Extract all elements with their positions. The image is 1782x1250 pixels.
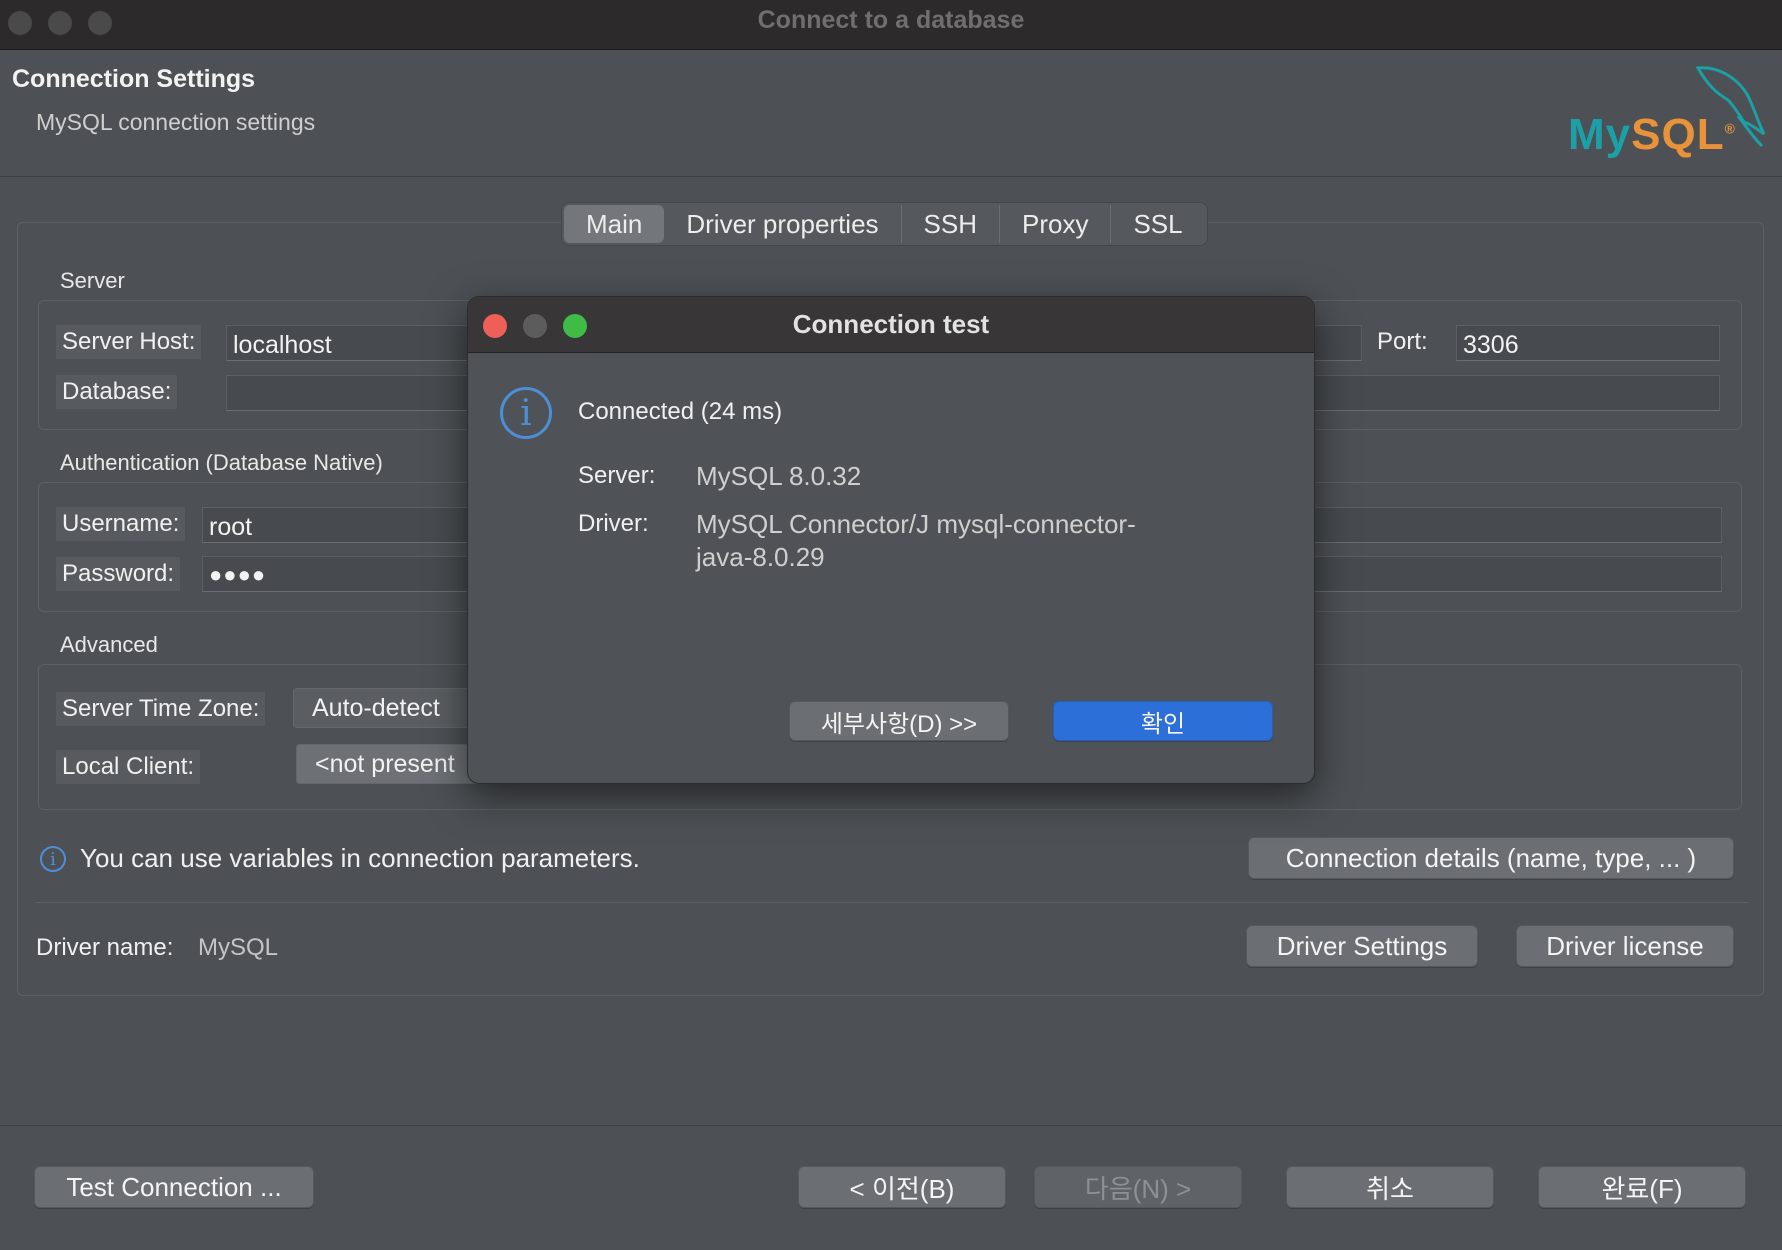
info-icon: i: [40, 846, 66, 872]
connection-status: Connected (24 ms): [578, 398, 783, 425]
tab-bar: Main Driver properties SSH Proxy SSL: [561, 202, 1208, 246]
cancel-button[interactable]: 취소: [1286, 1166, 1494, 1208]
local-client-label: Local Client:: [56, 750, 201, 784]
divider: [36, 902, 1748, 903]
connection-test-dialog: Connection test i Connected (24 ms) Serv…: [467, 296, 1315, 784]
port-input[interactable]: 3306: [1456, 325, 1720, 361]
finish-button[interactable]: 완료(F): [1538, 1166, 1746, 1208]
details-button[interactable]: 세부사항(D) >>: [789, 701, 1009, 741]
mysql-logo: MySQL®: [1568, 56, 1778, 176]
dialog-title: Connection test: [792, 309, 990, 339]
server-timezone-label: Server Time Zone:: [56, 692, 266, 726]
port-label: Port:: [1377, 328, 1428, 355]
tab-driver-properties[interactable]: Driver properties: [664, 205, 902, 243]
dialog-titlebar: Connection test: [468, 297, 1314, 353]
tab-ssh[interactable]: SSH: [902, 205, 1000, 243]
connection-details-button[interactable]: Connection details (name, type, ... ): [1248, 837, 1734, 879]
tab-main[interactable]: Main: [564, 205, 665, 243]
logo-text: MySQL®: [1568, 110, 1736, 159]
server-host-label: Server Host:: [56, 325, 202, 359]
wizard-header: Connection Settings MySQL connection set…: [0, 50, 1782, 177]
window-title: Connect to a database: [757, 6, 1025, 34]
tab-ssl[interactable]: SSL: [1111, 205, 1204, 243]
footer-divider: [0, 1125, 1782, 1126]
driver-license-button[interactable]: Driver license: [1516, 925, 1734, 967]
database-label: Database:: [56, 375, 178, 409]
password-label: Password:: [56, 557, 181, 591]
page-title: Connection Settings: [12, 65, 256, 93]
page-subtitle: MySQL connection settings: [36, 109, 316, 135]
test-connection-button[interactable]: Test Connection ...: [34, 1166, 314, 1208]
server-version-value: MySQL 8.0.32: [696, 461, 862, 491]
driver-version-label: Driver:: [578, 510, 649, 537]
next-button[interactable]: 다음(N) >: [1034, 1166, 1242, 1208]
advanced-section-label: Advanced: [60, 632, 158, 657]
server-section-label: Server: [60, 268, 125, 293]
window-titlebar: Connect to a database: [0, 0, 1782, 50]
server-version-label: Server:: [578, 462, 656, 489]
info-icon: i: [500, 387, 552, 439]
back-button[interactable]: < 이전(B): [798, 1166, 1006, 1208]
driver-name-label: Driver name:: [36, 934, 174, 961]
ok-button[interactable]: 확인: [1053, 701, 1273, 741]
driver-settings-button[interactable]: Driver Settings: [1246, 925, 1478, 967]
tab-proxy[interactable]: Proxy: [1000, 205, 1112, 243]
username-label: Username:: [56, 507, 186, 541]
driver-version-value: MySQL Connector/J mysql-connector- java-…: [696, 509, 1136, 572]
driver-name-value: MySQL: [198, 934, 279, 961]
variables-hint: You can use variables in connection para…: [80, 843, 640, 873]
auth-section-label: Authentication (Database Native): [60, 450, 383, 475]
